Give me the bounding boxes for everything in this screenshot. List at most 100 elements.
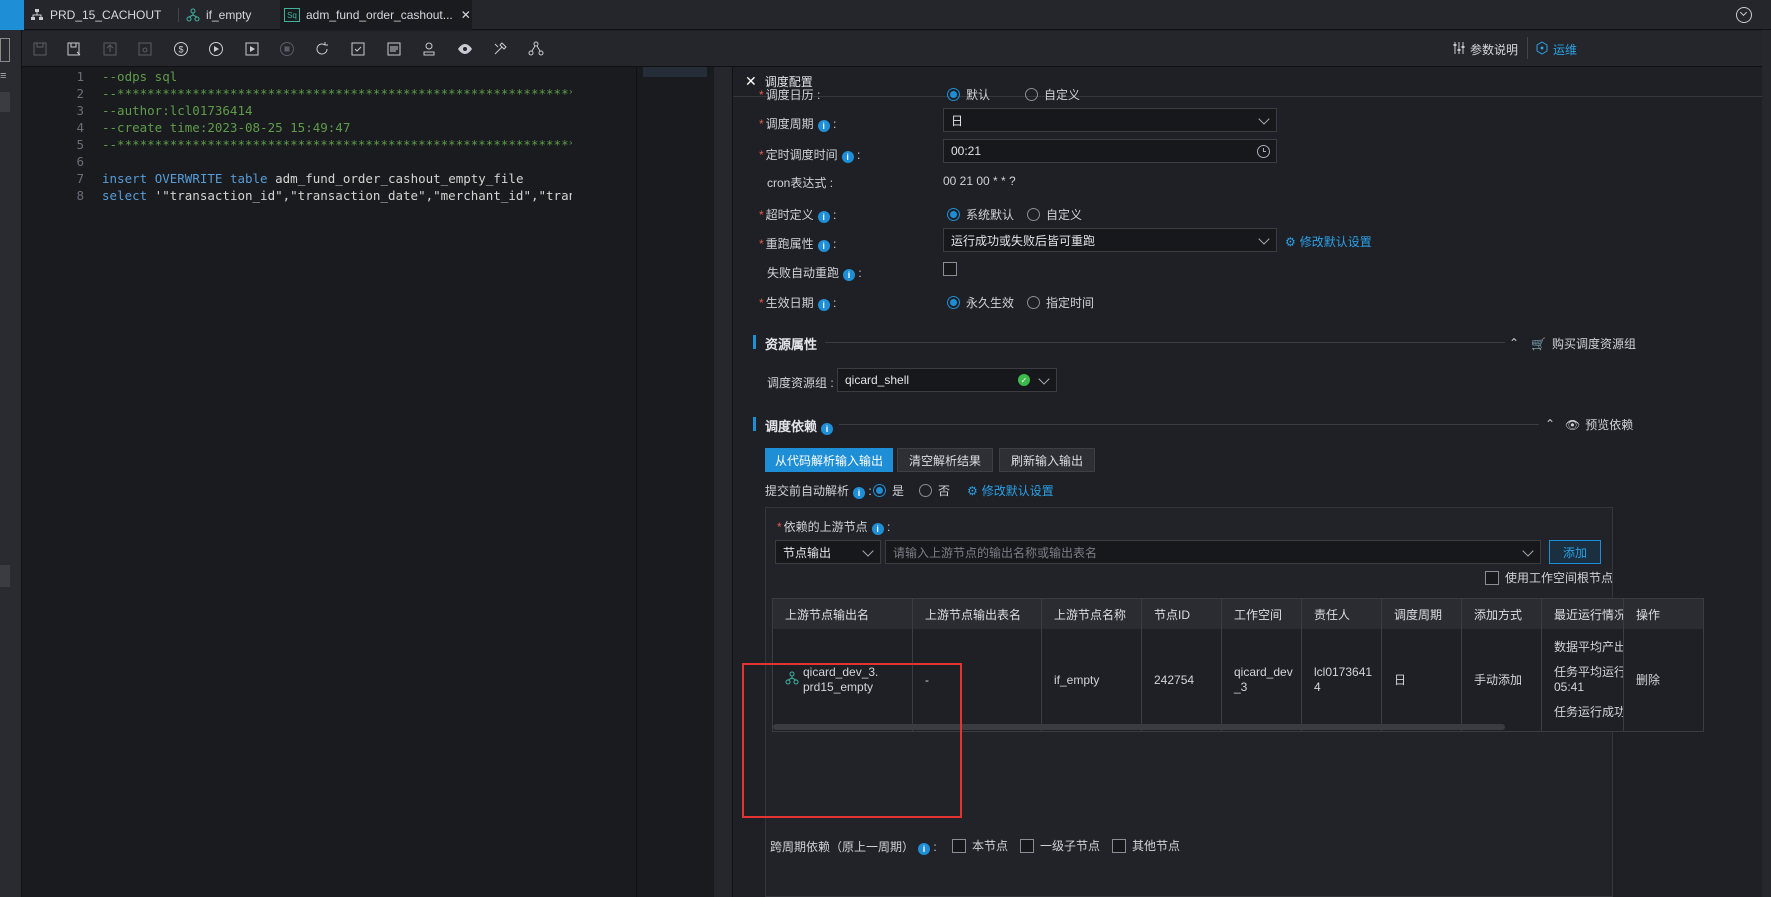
param-help-button[interactable]: 参数说明 [1452, 41, 1518, 58]
schedule-date-custom-radio[interactable]: 自定义 [1025, 86, 1080, 103]
rerun-select[interactable]: 运行成功或失败后皆可重跑 [943, 228, 1277, 252]
col-header: 添加方式 [1462, 599, 1542, 629]
clock-icon[interactable] [1257, 145, 1270, 158]
auto-parse-no-radio[interactable]: 否 [919, 482, 950, 499]
effective-specify-radio[interactable]: 指定时间 [1027, 294, 1094, 311]
auto-parse-yes-radio[interactable]: 是 [873, 482, 904, 499]
col-header: 调度周期 [1382, 599, 1462, 629]
stop-icon[interactable] [277, 39, 297, 59]
code-line: --author:lcl01736414 [102, 103, 253, 118]
tab-adm-fund-order[interactable]: Sq adm_fund_order_cashout... ✕ [280, 0, 472, 30]
use-root-checkbox[interactable]: 使用工作空间根节点 [1485, 569, 1613, 586]
chevron-down-icon[interactable] [1736, 7, 1752, 23]
effective-forever-radio[interactable]: 永久生效 [947, 294, 1014, 311]
run-with-params-icon[interactable] [242, 39, 262, 59]
timed-input[interactable]: 00:21 [943, 139, 1277, 163]
code-minimap[interactable] [636, 67, 714, 897]
resource-section-title: 资源属性 [753, 334, 817, 353]
minimap-viewport[interactable] [643, 67, 707, 77]
gear-icon: ⚙ [1285, 235, 1296, 249]
clear-parse-button[interactable]: 清空解析结果 [897, 448, 993, 472]
info-icon: i [853, 487, 866, 499]
cross-child-checkbox[interactable]: 一级子节点 [1020, 837, 1100, 854]
rerun-modify-link[interactable]: ⚙ 修改默认设置 [1285, 233, 1372, 250]
steal-lock-icon[interactable] [135, 39, 155, 59]
tab-label: PRD_15_CACHOUT [50, 8, 162, 22]
info-icon: i [821, 423, 834, 435]
format-check-icon[interactable] [348, 39, 368, 59]
timeout-default-radio[interactable]: 系统默认 [947, 206, 1014, 223]
delete-link[interactable]: 删除 [1624, 629, 1703, 731]
timeout-custom-radio[interactable]: 自定义 [1027, 206, 1082, 223]
table-cell-cycle: 日 [1382, 629, 1462, 731]
app-logo[interactable] [0, 0, 24, 30]
section-divider [839, 424, 1539, 425]
upstream-label: * 依赖的上游节点 i : [777, 520, 891, 535]
code-line: insert OVERWRITE table adm_fund_order_ca… [102, 171, 524, 186]
auto-rerun-checkbox[interactable] [943, 262, 963, 276]
eye-icon[interactable] [455, 39, 475, 59]
cross-self-checkbox[interactable]: 本节点 [952, 837, 1008, 854]
code-editor[interactable]: 1 --odps sql 2 --***********************… [22, 67, 636, 897]
code-line: --**************************************… [102, 137, 572, 152]
save-as-icon[interactable] [64, 39, 84, 59]
collapse-icon[interactable]: ⌃ [1509, 336, 1519, 350]
timeout-label: * 超时定义 i : [759, 208, 837, 223]
sidebar-item[interactable] [0, 92, 10, 112]
col-header: 责任人 [1302, 599, 1382, 629]
save-icon[interactable] [30, 39, 50, 59]
upstream-search-input[interactable]: 请输入上游节点的输出名称或输出表名 [885, 540, 1541, 564]
sidebar-item[interactable] [0, 565, 10, 587]
buy-resource-button[interactable]: 🛒 购买调度资源组 [1531, 335, 1636, 352]
info-icon: i [843, 269, 856, 281]
line-number: 6 [76, 154, 84, 169]
lineage-icon[interactable] [526, 39, 546, 59]
add-upstream-button[interactable]: 添加 [1549, 540, 1601, 564]
preview-deps-button[interactable]: 👁 预览依赖 [1565, 416, 1633, 433]
col-header: 操作 [1624, 599, 1703, 629]
table-cell-workspace: qicard_dev_3 [1222, 629, 1302, 731]
table-cell-owner: lcl01736414 [1302, 629, 1382, 731]
col-header: 上游节点名称 [1042, 599, 1142, 629]
cycle-select[interactable]: 日 [943, 108, 1277, 132]
collapse-icon[interactable]: ⌃ [1545, 417, 1555, 431]
editor-scrollbar[interactable] [714, 67, 732, 897]
run-icon[interactable] [206, 39, 226, 59]
close-icon[interactable]: ✕ [461, 8, 471, 22]
ops-button[interactable]: 运维 [1535, 41, 1577, 58]
resource-group-select[interactable]: qicard_shell ✓ [837, 368, 1057, 392]
cross-cycle-label: 跨周期依赖（原上一周期） i : [770, 840, 937, 855]
sidebar-input[interactable] [0, 38, 10, 62]
highlight-box [742, 663, 962, 818]
parse-io-button[interactable]: 从代码解析输入输出 [765, 448, 893, 472]
user-stamp-icon[interactable] [419, 39, 439, 59]
gear-icon: ⚙ [967, 484, 978, 498]
tools-icon[interactable] [490, 39, 510, 59]
cross-other-checkbox[interactable]: 其他节点 [1112, 837, 1180, 854]
line-number: 4 [76, 120, 84, 135]
code-list-icon[interactable] [384, 39, 404, 59]
tab-divider [178, 8, 179, 22]
upstream-type-select[interactable]: 节点输出 [775, 540, 881, 564]
check-circle-icon: ✓ [1018, 374, 1030, 386]
info-icon: i [871, 523, 884, 535]
schedule-date-default-radio[interactable]: 默认 [947, 86, 990, 103]
reload-icon[interactable] [312, 39, 332, 59]
code-line: --**************************************… [102, 86, 572, 101]
cost-estimate-icon[interactable]: $ [171, 39, 191, 59]
schedule-date-label: * 调度日历 : [759, 88, 821, 102]
auto-parse-modify-link[interactable]: ⚙ 修改默认设置 [967, 482, 1054, 499]
chevron-down-icon [1522, 545, 1534, 557]
close-icon[interactable]: ✕ [745, 73, 757, 90]
tab-prd-15-cachout[interactable]: PRD_15_CACHOUT [30, 0, 170, 30]
rerun-label: * 重跑属性 i : [759, 237, 837, 252]
menu-icon[interactable]: ≡ [0, 70, 6, 82]
cron-label: cron表达式 : [767, 176, 834, 190]
panel-header: ✕ 调度配置 [733, 67, 1763, 97]
info-icon: i [841, 151, 854, 163]
submit-icon[interactable] [100, 39, 120, 59]
tab-label: adm_fund_order_cashout... [306, 8, 453, 22]
chevron-down-icon [1258, 233, 1270, 245]
tab-if-empty[interactable]: if_empty [186, 0, 270, 30]
refresh-io-button[interactable]: 刷新输入输出 [999, 448, 1095, 472]
